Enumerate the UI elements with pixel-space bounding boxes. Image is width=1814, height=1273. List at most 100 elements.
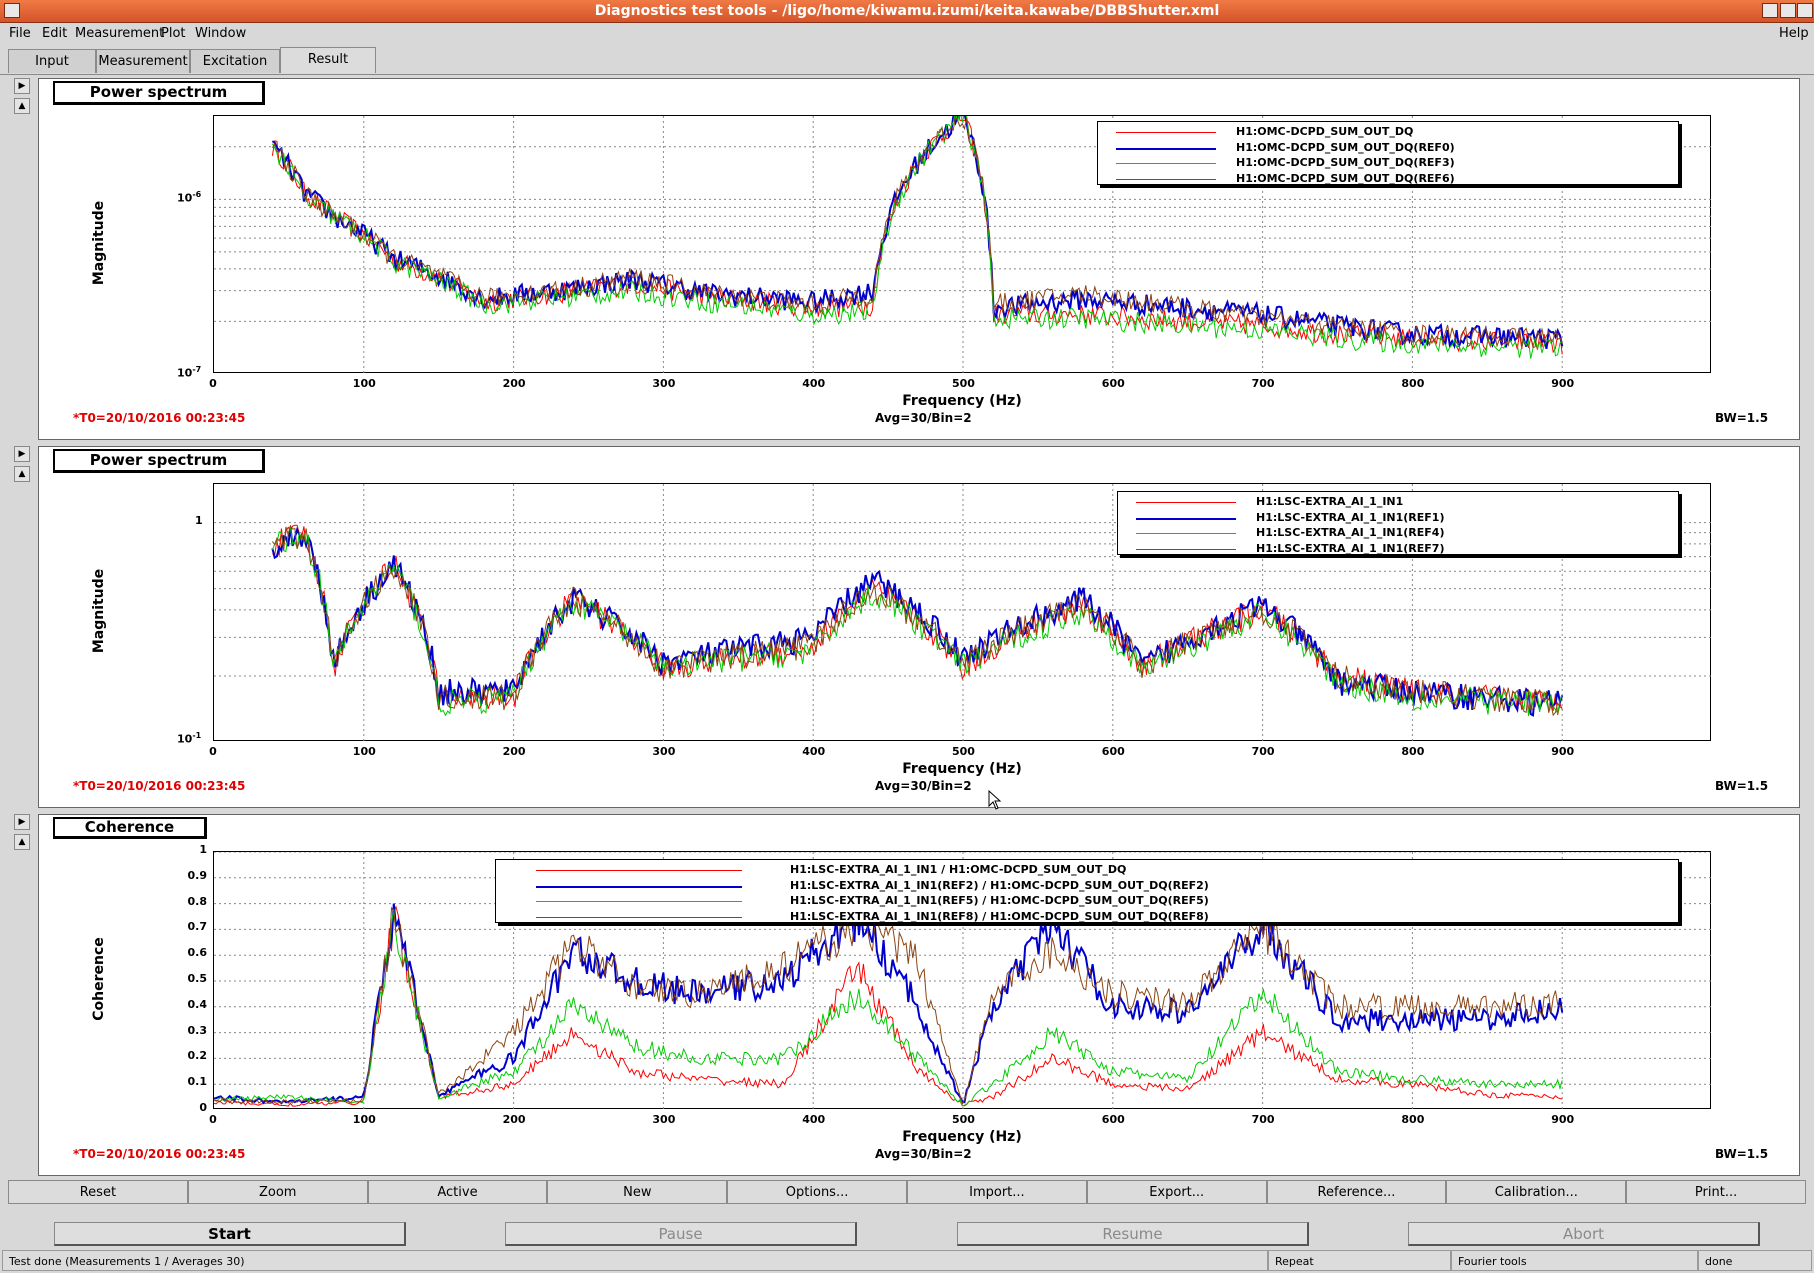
maximize-icon[interactable] bbox=[1780, 3, 1796, 18]
menu-window[interactable]: Window bbox=[195, 23, 246, 45]
plot-panel[interactable]: Power spectrum 0 100 200 300 400 500 600 700 800 9… bbox=[38, 78, 1800, 440]
y-axis-label: Coherence bbox=[91, 937, 107, 1021]
abort-button[interactable]: Abort bbox=[1408, 1222, 1760, 1246]
menu-plot[interactable]: Plot bbox=[161, 23, 186, 45]
expand-arrow-icon[interactable]: ▶ bbox=[14, 814, 30, 830]
active-button[interactable]: Active bbox=[367, 1180, 548, 1204]
x-tick-label: 700 bbox=[1251, 377, 1275, 390]
start-time-label: *T0=20/10/2016 00:23:45 bbox=[73, 411, 246, 425]
legend-entry: H1:OMC-DCPD_SUM_OUT_DQ bbox=[1098, 125, 1680, 140]
legend-label: H1:LSC-EXTRA_AI_1_IN1(REF1) bbox=[1256, 510, 1445, 524]
import-button[interactable]: Import... bbox=[907, 1180, 1087, 1204]
print-button[interactable]: Print... bbox=[1626, 1180, 1806, 1204]
expand-arrow-icon[interactable]: ▶ bbox=[14, 78, 30, 94]
new-button[interactable]: New bbox=[547, 1180, 728, 1204]
close-icon[interactable] bbox=[1797, 3, 1813, 18]
y-tick-label: 0.3 bbox=[187, 1023, 208, 1037]
y-tick-label: 0.4 bbox=[187, 997, 208, 1011]
x-tick-label: 500 bbox=[952, 745, 975, 758]
bandwidth-label: BW=1.5 bbox=[1715, 779, 1769, 793]
x-tick-label: 400 bbox=[802, 377, 826, 390]
x-tick-label: 400 bbox=[802, 745, 826, 758]
expand-arrow-icon[interactable]: ▶ bbox=[14, 446, 30, 462]
y-tick-label: 1 bbox=[199, 843, 207, 856]
tab-measurement[interactable]: Measurement bbox=[96, 49, 190, 73]
x-tick-label: 400 bbox=[802, 1113, 826, 1126]
tab-result[interactable]: Result bbox=[280, 47, 376, 73]
y-tick-label: 10-1 bbox=[177, 731, 202, 746]
x-tick-label: 900 bbox=[1551, 377, 1575, 390]
averages-label: Avg=30/Bin=2 bbox=[875, 1147, 972, 1161]
y-axis-label: Magnitude bbox=[91, 568, 107, 654]
y-tick-label: 0.8 bbox=[187, 894, 208, 908]
plot-legend[interactable]: H1:LSC-EXTRA_AI_1_IN1 / H1:OMC-DCPD_SUM_… bbox=[495, 859, 1679, 923]
legend-entry: H1:LSC-EXTRA_AI_1_IN1(REF7) bbox=[1118, 542, 1680, 557]
plot-title[interactable]: Power spectrum bbox=[53, 81, 265, 105]
menu-file[interactable]: File bbox=[9, 23, 31, 45]
status-tool: Fourier tools bbox=[1451, 1250, 1698, 1271]
x-axis-label: Frequency (Hz) bbox=[902, 393, 1022, 409]
status-mode: Repeat bbox=[1268, 1250, 1451, 1271]
zoom-button[interactable]: Zoom bbox=[187, 1180, 368, 1204]
legend-label: H1:LSC-EXTRA_AI_1_IN1 bbox=[1256, 495, 1404, 508]
legend-swatch bbox=[1136, 533, 1236, 534]
legend-swatch bbox=[536, 870, 742, 871]
x-tick-label: 600 bbox=[1101, 377, 1125, 390]
window-menu-icon[interactable] bbox=[4, 3, 20, 18]
collapse-arrow-icon[interactable]: ▲ bbox=[14, 98, 30, 114]
y-tick-label: 0.9 bbox=[187, 868, 208, 882]
tab-excitation[interactable]: Excitation bbox=[190, 49, 280, 73]
x-axis-label: Frequency (Hz) bbox=[902, 1129, 1022, 1145]
x-tick-label: 0 bbox=[209, 377, 217, 390]
status-bar: Test done (Measurements 1 / Averages 30)… bbox=[0, 1250, 1814, 1272]
x-tick-label: 0 bbox=[209, 1113, 217, 1126]
x-tick-label: 500 bbox=[952, 1113, 975, 1126]
plot-panel[interactable]: Power spectrum 0 100 200 300 400 500 600 700 800 9… bbox=[38, 446, 1800, 808]
y-tick-label: 10-7 bbox=[177, 365, 202, 380]
y-tick-label: 0.7 bbox=[187, 920, 208, 934]
legend-swatch bbox=[1116, 132, 1216, 133]
legend-swatch bbox=[536, 885, 742, 888]
x-tick-label: 900 bbox=[1551, 1113, 1575, 1126]
menu-help[interactable]: Help bbox=[1779, 23, 1809, 45]
menu-measurement[interactable]: Measurement bbox=[75, 23, 164, 45]
tab-input[interactable]: Input bbox=[8, 49, 96, 73]
legend-label: H1:LSC-EXTRA_AI_1_IN1(REF7) bbox=[1256, 541, 1445, 555]
run-control-bar: Start Pause Resume Abort bbox=[0, 1214, 1814, 1248]
x-tick-label: 100 bbox=[352, 745, 376, 758]
plot-title[interactable]: Coherence bbox=[53, 817, 207, 839]
status-message: Test done (Measurements 1 / Averages 30) bbox=[2, 1250, 1268, 1271]
legend-swatch bbox=[1116, 163, 1216, 164]
options-button[interactable]: Options... bbox=[727, 1180, 907, 1204]
legend-label: H1:LSC-EXTRA_AI_1_IN1(REF8) / H1:OMC-DCP… bbox=[790, 909, 1209, 923]
menu-edit[interactable]: Edit bbox=[42, 23, 67, 45]
legend-swatch bbox=[1116, 178, 1216, 180]
collapse-arrow-icon[interactable]: ▲ bbox=[14, 834, 30, 850]
export-button[interactable]: Export... bbox=[1086, 1180, 1267, 1204]
legend-entry: H1:LSC-EXTRA_AI_1_IN1 bbox=[1118, 495, 1680, 510]
reference-button[interactable]: Reference... bbox=[1266, 1180, 1447, 1204]
minimize-icon[interactable] bbox=[1762, 3, 1778, 18]
legend-entry: H1:LSC-EXTRA_AI_1_IN1(REF1) bbox=[1118, 511, 1680, 526]
start-button[interactable]: Start bbox=[54, 1222, 406, 1246]
window-title-bar[interactable]: Diagnostics test tools - /ligo/home/kiwa… bbox=[0, 0, 1814, 23]
plot-title[interactable]: Power spectrum bbox=[53, 449, 265, 473]
plot-panel[interactable]: Coherence 0 100 200 300 400 500 600 700 800 900 1 0.… bbox=[38, 814, 1800, 1176]
legend-entry: H1:LSC-EXTRA_AI_1_IN1(REF8) / H1:OMC-DCP… bbox=[496, 910, 1680, 925]
resume-button[interactable]: Resume bbox=[957, 1222, 1309, 1246]
reset-button[interactable]: Reset bbox=[8, 1180, 188, 1204]
bandwidth-label: BW=1.5 bbox=[1715, 411, 1769, 425]
x-tick-label: 800 bbox=[1401, 377, 1425, 390]
x-tick-label: 300 bbox=[652, 377, 676, 390]
mouse-cursor-icon bbox=[988, 790, 1002, 810]
legend-label: H1:OMC-DCPD_SUM_OUT_DQ(REF6) bbox=[1236, 171, 1455, 185]
plot-legend[interactable]: H1:OMC-DCPD_SUM_OUT_DQ H1:OMC-DCPD_SUM_OU… bbox=[1097, 121, 1679, 185]
plot-toolbar: Reset Zoom Active New Options... Import... Exp… bbox=[8, 1180, 1806, 1204]
bandwidth-label: BW=1.5 bbox=[1715, 1147, 1769, 1161]
calibration-button[interactable]: Calibration... bbox=[1446, 1180, 1627, 1204]
tab-divider bbox=[0, 74, 1814, 75]
collapse-arrow-icon[interactable]: ▲ bbox=[14, 466, 30, 482]
pause-button[interactable]: Pause bbox=[505, 1222, 857, 1246]
plot-legend[interactable]: H1:LSC-EXTRA_AI_1_IN1 H1:LSC-EXTRA_AI_1_I… bbox=[1117, 491, 1679, 555]
y-tick-label: 1 bbox=[195, 513, 203, 527]
